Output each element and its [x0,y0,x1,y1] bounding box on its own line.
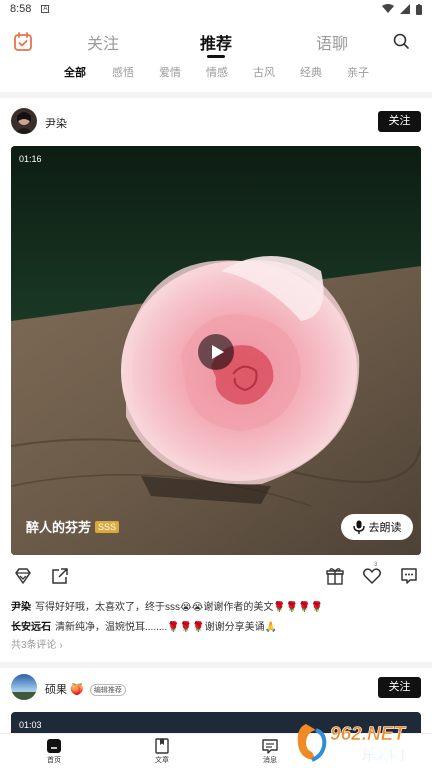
battery-icon [416,3,422,15]
category-insight[interactable]: 感悟 [112,64,134,80]
nav-home-label: 首页 [47,757,61,764]
category-ancient[interactable]: 古风 [253,64,275,80]
comment-text: 清新纯净，温婉悦耳........🌹🌹🌹谢谢分享美诵🙏 [55,622,278,633]
tab-voice-chat[interactable]: 语聊 [316,30,348,54]
watermark-text: 962.NET [330,724,406,745]
category-bar: 全部 感悟 爱情 情感 古风 经典 亲子 [0,62,432,80]
like-icon[interactable] [362,566,382,586]
tab-follow[interactable]: 关注 [87,30,119,54]
video-player[interactable]: 01:16 醉人的芬芳 SSS 去朗读 [11,146,421,555]
book-icon [155,738,169,754]
read-aloud-button[interactable]: 去朗读 [341,514,413,540]
author-name[interactable]: 尹染 [45,115,67,131]
section-divider [0,662,432,668]
author-name-text[interactable]: 硕果 [45,684,67,696]
sss-tag: SSS [95,520,120,533]
play-button[interactable] [198,334,234,370]
editor-badge: 编辑推荐 [89,684,126,697]
category-classic[interactable]: 经典 [300,64,322,80]
comment-item: 尹染 写得好好哦，太喜欢了，终于sss😭😭谢谢作者的美文🌹🌹🌹🌹 [11,598,323,613]
top-nav: 关注 推荐 语聊 [0,26,432,58]
category-emotion[interactable]: 情感 [206,64,228,80]
post-header: 尹染 关注 [0,108,432,138]
video-title-text: 醉人的芬芳 [26,520,92,535]
wifi-icon [382,4,394,13]
post-header: 硕果 🍑 编辑推荐 关注 [0,674,432,704]
search-icon[interactable] [392,32,410,50]
comment-icon[interactable] [399,566,419,586]
nav-articles-label: 文章 [155,757,169,764]
nav-home[interactable]: 首页 [34,738,74,765]
category-love[interactable]: 爱情 [159,64,181,80]
status-time: 8:58 [10,3,32,15]
calendar-icon[interactable] [13,32,33,52]
comment-text: 写得好好哦，太喜欢了，终于sss😭😭谢谢作者的美文🌹🌹🌹🌹 [35,602,324,613]
comment-user[interactable]: 尹染 [11,602,31,613]
category-family[interactable]: 亲子 [347,64,369,80]
gift-icon[interactable] [325,566,345,586]
nav-articles[interactable]: 文章 [142,738,182,765]
nav-messages-label: 消息 [263,757,277,764]
author-name: 硕果 🍑 编辑推荐 [45,681,126,697]
follow-button[interactable]: 关注 [378,111,421,132]
chevron-right-icon: › [59,640,63,651]
video-title: 醉人的芬芳 SSS [26,517,120,536]
watermark-subtext: 乐游网 [362,747,404,764]
video-duration: 01:03 [19,720,42,730]
view-all-comments-label: 共3条评论 [11,640,57,651]
microphone-icon [352,520,365,534]
nav-messages[interactable]: 消息 [250,738,290,765]
tab-recommend[interactable]: 推荐 [200,30,232,54]
comment-item: 长安远石 清新纯净，温婉悦耳........🌹🌹🌹谢谢分享美诵🙏 [11,618,277,633]
peach-emoji: 🍑 [70,684,84,696]
avatar[interactable] [11,674,37,700]
view-all-comments-link[interactable]: 共3条评论 › [11,636,63,651]
category-all[interactable]: 全部 [64,64,86,80]
active-tab-indicator [207,55,225,58]
play-icon [212,345,224,359]
comment-user[interactable]: 长安远石 [11,622,51,633]
watermark-logo: 962.NET 乐游网 [292,718,428,766]
video-duration: 01:16 [19,154,42,164]
follow-button[interactable]: 关注 [378,677,421,698]
post-actions: 3 [0,562,432,586]
message-icon [262,739,278,754]
signal-icon [400,4,410,14]
read-aloud-label: 去朗读 [368,522,402,534]
section-divider [0,92,432,98]
diamond-icon[interactable] [13,566,33,586]
like-count: 3 [374,562,378,568]
notification-icon: A [41,5,50,13]
status-icons [382,3,422,15]
avatar[interactable] [11,108,37,134]
home-icon [47,739,61,753]
share-icon[interactable] [50,566,70,586]
status-bar: 8:58 A [0,0,432,18]
